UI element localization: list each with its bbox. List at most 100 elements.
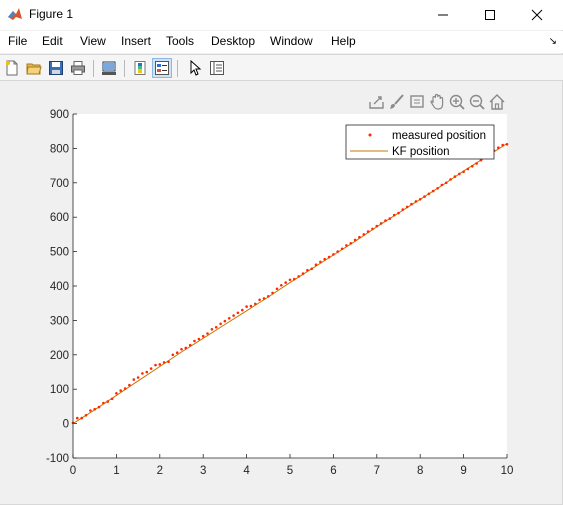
x-tick-label: 10	[501, 465, 514, 477]
legend-box[interactable]	[345, 124, 495, 160]
measured-position-point	[145, 370, 149, 374]
measured-position-point	[471, 165, 474, 168]
insert-legend-button[interactable]	[152, 58, 172, 78]
y-tick-label: 600	[50, 212, 69, 224]
insert-colorbar-button[interactable]	[130, 58, 150, 78]
zoom-out-icon[interactable]	[468, 93, 486, 111]
measured-position-point	[405, 205, 409, 209]
x-tick-label: 6	[330, 465, 336, 477]
measured-position-point	[366, 230, 370, 233]
measured-position-point	[462, 170, 465, 174]
measured-position-point	[223, 319, 227, 323]
measured-position-point	[93, 407, 96, 411]
measured-position-point	[167, 360, 170, 364]
menu-insert[interactable]: Insert	[121, 34, 151, 48]
new-figure-button[interactable]	[2, 58, 22, 78]
link-plot-button[interactable]	[99, 58, 119, 78]
menu-tools[interactable]: Tools	[166, 34, 194, 48]
measured-position-point	[180, 348, 183, 351]
legend[interactable]: measured position KF position	[345, 124, 495, 160]
series-layer	[71, 143, 509, 425]
menu-view[interactable]: View	[80, 34, 106, 48]
measured-position-point	[484, 155, 487, 158]
measured-position-point	[119, 389, 122, 392]
home-icon[interactable]	[488, 93, 506, 111]
toolbar-separator	[93, 60, 94, 77]
property-inspector-button[interactable]	[207, 58, 227, 78]
measured-position-point	[301, 272, 305, 275]
measured-position-point	[392, 213, 396, 217]
open-file-icon	[26, 63, 42, 75]
measured-position-point	[501, 143, 505, 147]
measured-position-point	[306, 268, 309, 272]
print-button[interactable]	[68, 58, 88, 78]
menu-window[interactable]: Window	[270, 34, 313, 48]
measured-position-point	[76, 416, 79, 420]
measured-position-point	[258, 298, 261, 302]
measured-position-point	[267, 295, 270, 298]
save-button[interactable]	[46, 58, 66, 78]
minimize-button[interactable]	[420, 0, 466, 30]
measured-position-point	[458, 172, 461, 176]
measured-position-point	[288, 278, 292, 282]
measured-position-point	[106, 400, 109, 403]
measured-position-point	[340, 247, 344, 251]
y-tick-label: 400	[50, 281, 69, 293]
legend-marker-measured	[368, 133, 372, 137]
maximize-button[interactable]	[467, 0, 513, 30]
legend-label-kf: KF position	[392, 146, 450, 158]
axis-lines	[72, 114, 507, 459]
property-inspector-icon	[210, 61, 224, 75]
close-button[interactable]	[514, 0, 560, 30]
menu-edit[interactable]: Edit	[42, 34, 63, 48]
menu-bar: File Edit View Insert Tools Desktop Wind…	[0, 31, 563, 53]
measured-position-point	[102, 401, 105, 405]
zoom-in-icon[interactable]	[448, 93, 466, 111]
measured-position-point	[162, 361, 166, 364]
menu-help[interactable]: Help	[331, 34, 356, 48]
measured-position-point	[275, 287, 279, 291]
x-tick-label: 1	[113, 465, 119, 477]
measured-position-point	[327, 255, 331, 259]
x-tick-label: 4	[243, 465, 250, 477]
legend-icon	[155, 61, 169, 75]
menu-desktop[interactable]: Desktop	[211, 34, 255, 48]
open-file-button[interactable]	[24, 58, 44, 78]
measured-position-point	[319, 260, 322, 264]
measured-position-point	[475, 162, 478, 165]
measured-position-point	[236, 311, 240, 315]
kf-position-line	[72, 143, 508, 425]
measured-position-point	[297, 275, 301, 278]
toolbar-separator	[177, 60, 178, 77]
measured-position-point	[154, 363, 157, 367]
x-tick-label: 2	[157, 465, 163, 477]
measured-position-point	[418, 198, 422, 201]
measured-position-point	[505, 143, 509, 146]
export-icon[interactable]	[368, 93, 386, 111]
pan-icon[interactable]	[428, 93, 446, 111]
measured-position-point	[492, 149, 496, 152]
measured-position-point	[466, 167, 470, 171]
measured-position-point	[379, 222, 383, 225]
measured-position-point	[423, 195, 426, 198]
measured-position-point	[141, 372, 144, 375]
edit-plot-button[interactable]	[185, 58, 205, 78]
x-tick-label: 9	[460, 465, 466, 477]
print-icon	[71, 61, 85, 75]
measured-position-point	[214, 326, 218, 329]
figure-window: Figure 1 File Edit View Insert Tools Des…	[0, 0, 563, 505]
measured-position-point	[488, 152, 491, 156]
measured-position-point	[158, 363, 162, 366]
brush-icon[interactable]	[388, 93, 406, 111]
measured-position-point	[227, 317, 231, 320]
measured-position-point	[128, 383, 131, 387]
measured-position-point	[293, 277, 296, 281]
measured-position-point	[232, 314, 235, 317]
measured-position-point	[249, 304, 253, 308]
measured-position-point	[336, 250, 340, 253]
measured-position-point	[497, 146, 500, 149]
dock-arrow-icon[interactable]: ↘	[549, 36, 557, 47]
data-tips-icon[interactable]	[408, 93, 426, 111]
measured-position-point	[371, 227, 374, 231]
menu-file[interactable]: File	[8, 34, 27, 48]
